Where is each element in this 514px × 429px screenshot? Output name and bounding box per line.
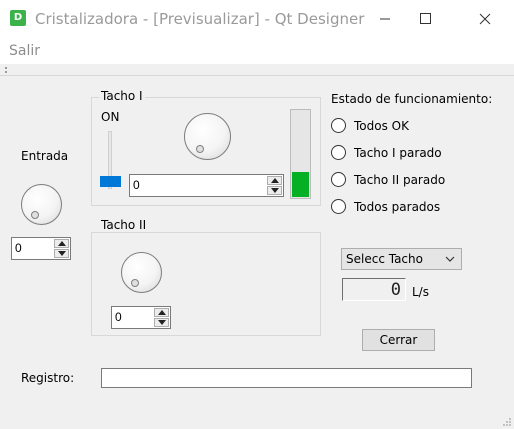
close-window-button[interactable] xyxy=(462,0,508,38)
radio-tacho1-parado[interactable] xyxy=(331,145,346,160)
maximize-button[interactable] xyxy=(408,0,454,38)
flow-unit-label: L/s xyxy=(412,285,429,299)
tacho1-spinbox[interactable] xyxy=(129,174,284,197)
spin-down-arrow-icon[interactable] xyxy=(267,186,282,195)
tacho2-spinbox[interactable] xyxy=(111,306,171,329)
toolbar-grip-handle[interactable] xyxy=(5,66,8,74)
dial-indicator xyxy=(131,279,139,287)
tacho1-group-title: Tacho I xyxy=(99,89,145,103)
maximize-icon xyxy=(420,13,431,24)
minimize-button[interactable] xyxy=(362,0,408,38)
minimize-icon xyxy=(380,18,390,20)
qt-designer-app-icon: D xyxy=(10,10,26,26)
tacho2-dial[interactable] xyxy=(121,252,162,293)
menu-bar: Salir xyxy=(0,38,514,64)
spin-buttons xyxy=(54,239,69,258)
entrada-label: Entrada xyxy=(21,149,69,163)
tacho1-spin-value[interactable] xyxy=(133,178,241,192)
spin-down-arrow-icon[interactable] xyxy=(54,249,69,258)
radio-label-tacho1-parado[interactable]: Tacho I parado xyxy=(354,146,442,160)
tacho1-level-progress xyxy=(290,109,311,199)
combo-selected-value: Selecc Tacho xyxy=(346,252,423,266)
entrada-spin-value[interactable] xyxy=(15,241,56,255)
radio-label-tacho2-parado[interactable]: Tacho II parado xyxy=(354,173,445,187)
radio-tacho2-parado[interactable] xyxy=(331,172,346,187)
tacho2-spin-value[interactable] xyxy=(115,310,156,324)
spin-up-arrow-icon[interactable] xyxy=(267,176,282,185)
menu-item-salir[interactable]: Salir xyxy=(9,43,40,59)
flow-lcd-value: 0 xyxy=(390,280,401,300)
registro-label: Registro: xyxy=(21,371,75,385)
dial-indicator xyxy=(196,145,204,153)
window-title: Cristalizadora - [Previsualizar] - Qt De… xyxy=(35,10,365,28)
spin-down-arrow-icon[interactable] xyxy=(154,318,169,327)
flow-lcd-display: 0 xyxy=(342,278,406,301)
tacho-select-combobox[interactable]: Selecc Tacho xyxy=(341,248,462,270)
tacho1-on-label: ON xyxy=(101,110,120,124)
tacho1-slider-handle[interactable] xyxy=(100,176,121,187)
spin-up-arrow-icon[interactable] xyxy=(154,308,169,317)
tacho1-dial[interactable] xyxy=(184,113,231,160)
cerrar-button[interactable]: Cerrar xyxy=(362,329,435,351)
radio-label-todos-parados[interactable]: Todos parados xyxy=(354,200,440,214)
spin-buttons xyxy=(154,308,169,327)
radio-todos-ok[interactable] xyxy=(331,118,346,133)
resize-grip-icon[interactable] xyxy=(502,417,512,427)
spin-buttons xyxy=(267,176,282,195)
chevron-down-icon xyxy=(445,256,455,262)
radio-label-todos-ok[interactable]: Todos OK xyxy=(354,119,409,133)
radio-todos-parados[interactable] xyxy=(331,199,346,214)
entrada-dial[interactable] xyxy=(21,184,62,225)
toolbar-area xyxy=(0,64,514,76)
registro-input[interactable] xyxy=(101,368,472,388)
spin-up-arrow-icon[interactable] xyxy=(54,239,69,248)
tacho1-level-fill xyxy=(292,172,309,197)
title-bar: D Cristalizadora - [Previsualizar] - Qt … xyxy=(0,0,514,38)
close-icon xyxy=(479,13,491,25)
tacho2-group-title: Tacho II xyxy=(99,218,149,232)
dial-indicator xyxy=(31,211,39,219)
estado-title: Estado de funcionamiento: xyxy=(331,92,493,106)
entrada-spinbox[interactable] xyxy=(11,237,71,260)
